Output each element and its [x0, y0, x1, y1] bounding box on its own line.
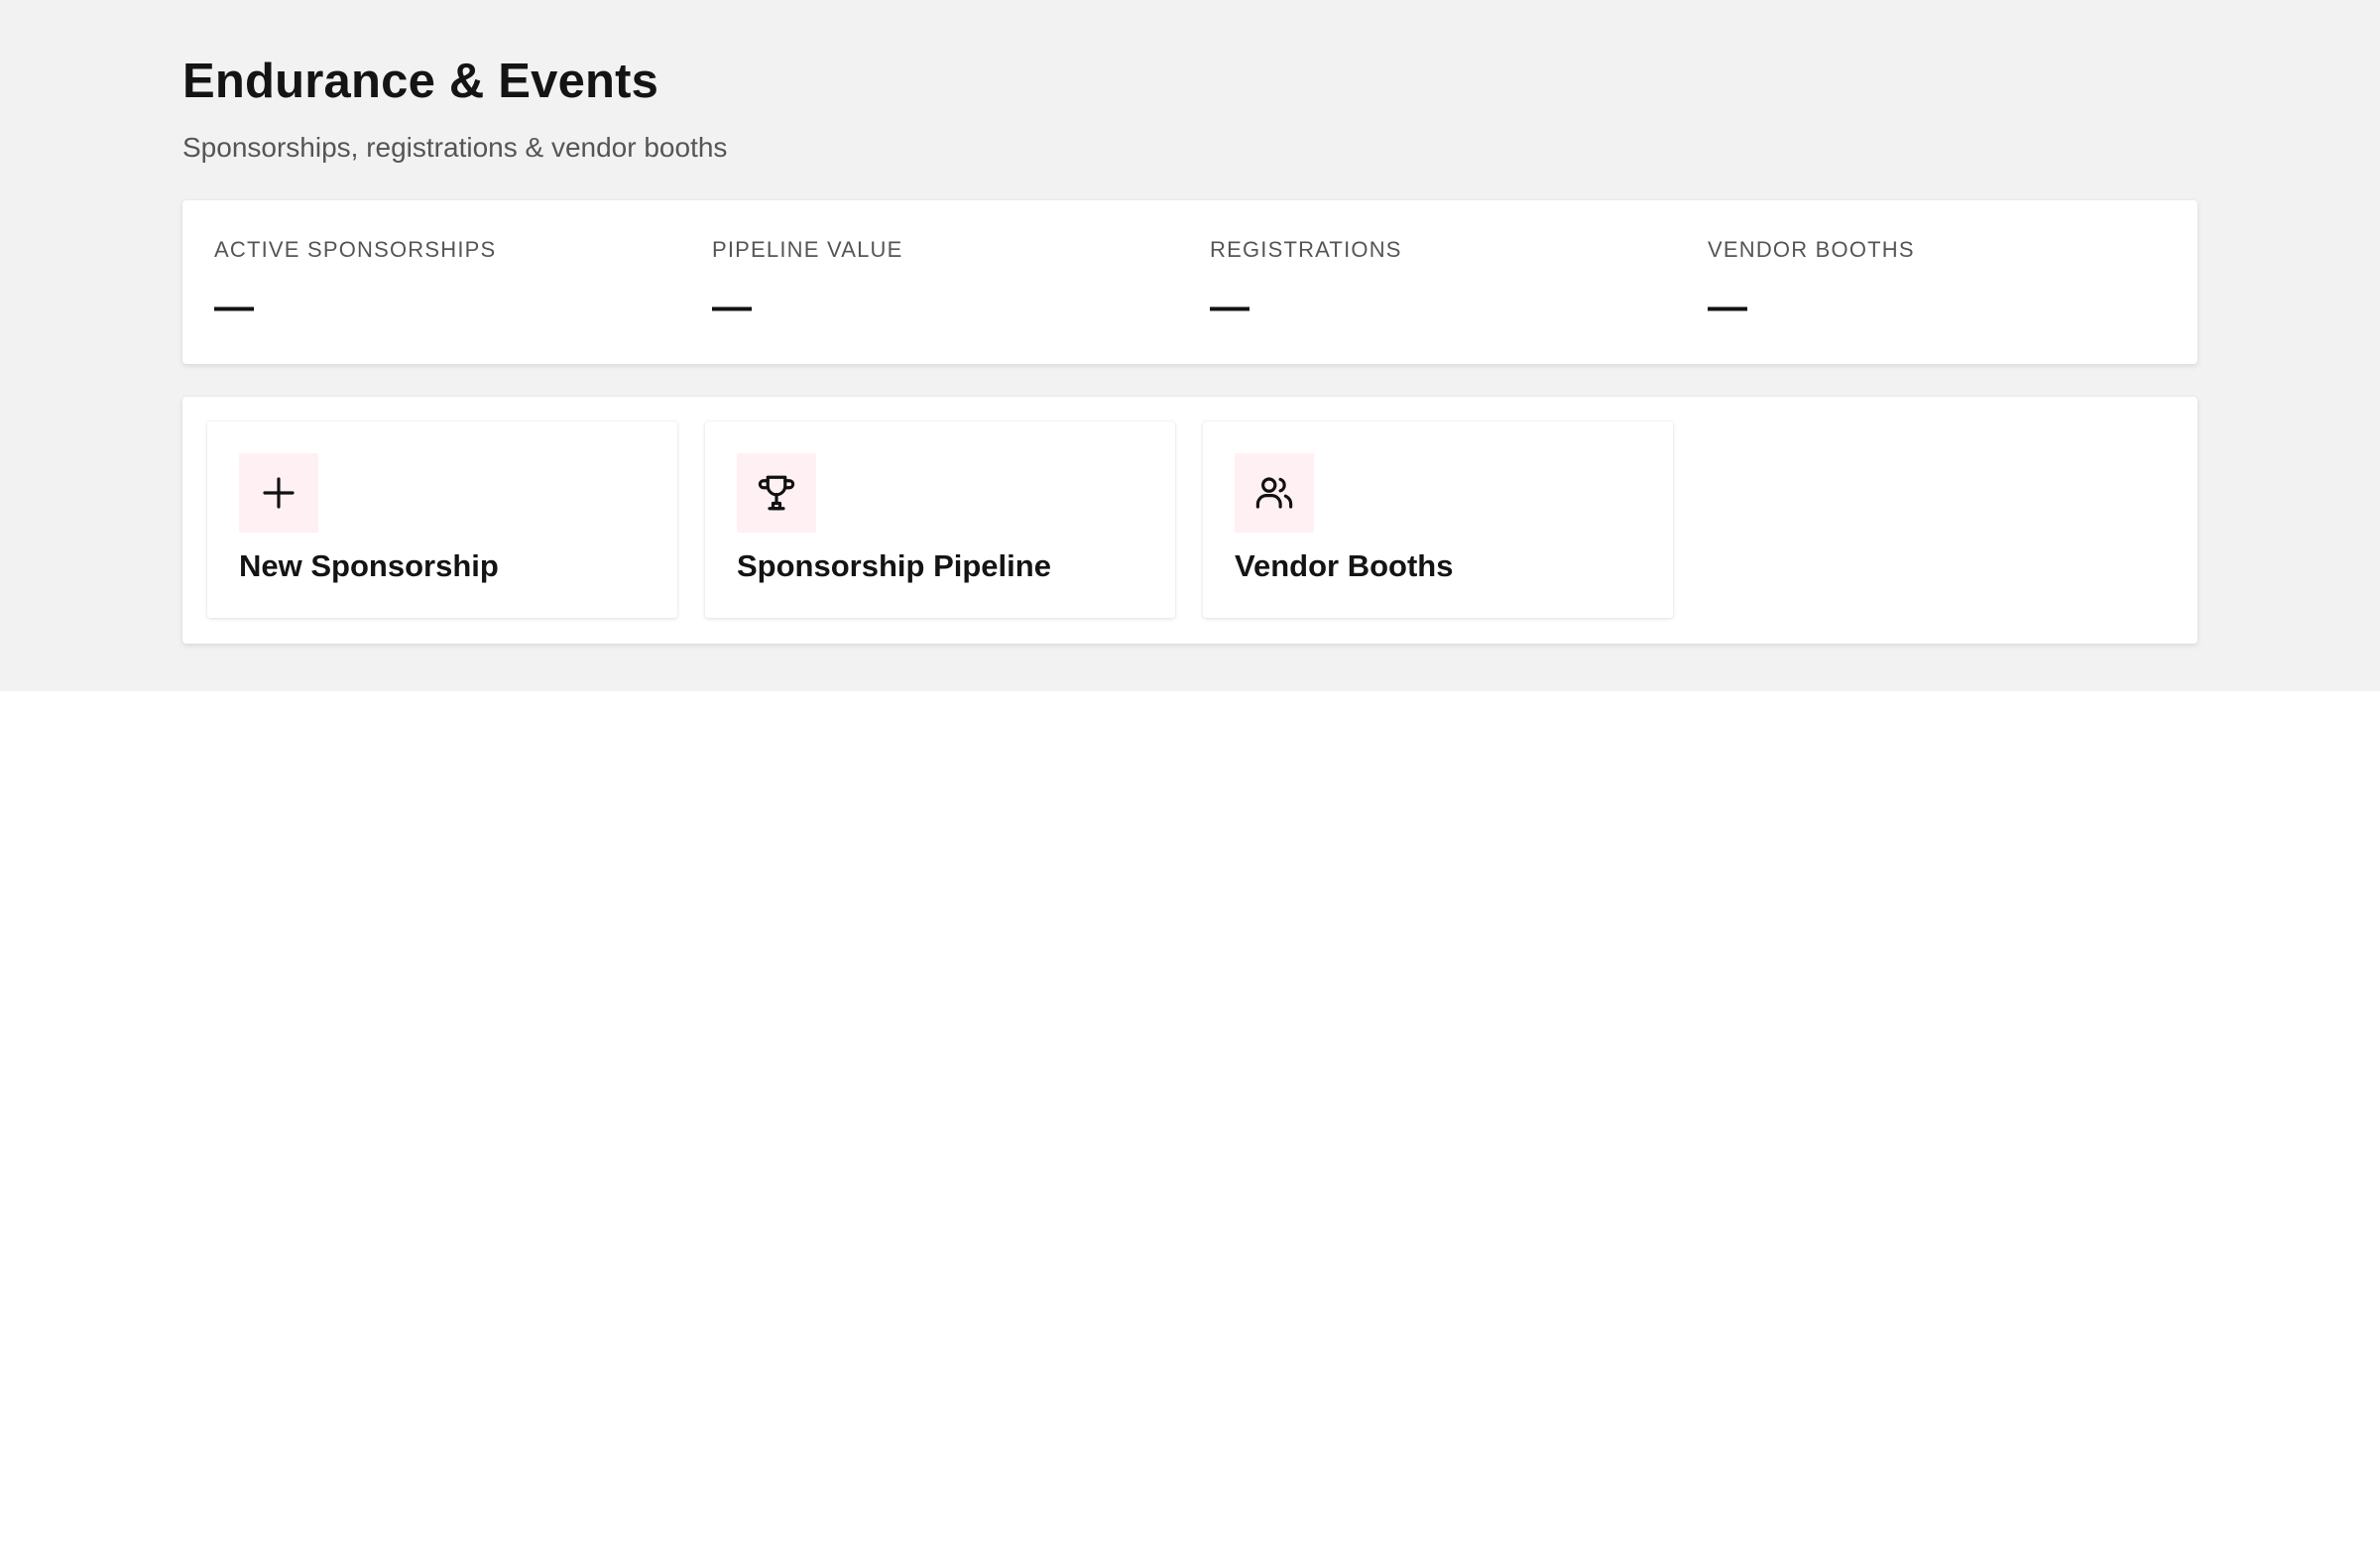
stat-registrations: REGISTRATIONS —: [1210, 200, 1686, 364]
stat-label: VENDOR BOOTHS: [1708, 237, 1915, 262]
stat-active-sponsorships: ACTIVE SPONSORSHIPS —: [214, 200, 690, 364]
action-label: New Sponsorship: [239, 548, 499, 583]
plus-icon: [263, 477, 295, 509]
stat-value: —: [214, 285, 254, 328]
users-icon: [1255, 477, 1293, 509]
action-icon-tile: [239, 453, 318, 533]
action-label: Vendor Booths: [1235, 548, 1454, 583]
stat-value: —: [712, 285, 752, 328]
trophy-icon: [758, 475, 795, 511]
action-icon-tile: [737, 453, 816, 533]
stat-label: REGISTRATIONS: [1210, 237, 1402, 262]
action-label: Sponsorship Pipeline: [737, 548, 1051, 583]
vendor-booths-button[interactable]: Vendor Booths: [1203, 421, 1673, 618]
new-sponsorship-button[interactable]: New Sponsorship: [207, 421, 677, 618]
stat-pipeline-value: PIPELINE VALUE —: [712, 200, 1188, 364]
page-subtitle: Sponsorships, registrations & vendor boo…: [182, 132, 728, 163]
stat-vendor-booths: VENDOR BOOTHS —: [1708, 200, 2184, 364]
stat-label: PIPELINE VALUE: [712, 237, 903, 262]
stat-value: —: [1708, 285, 1747, 328]
action-icon-tile: [1235, 453, 1314, 533]
sponsorship-pipeline-button[interactable]: Sponsorship Pipeline: [705, 421, 1175, 618]
stat-value: —: [1210, 285, 1250, 328]
stats-card: ACTIVE SPONSORSHIPS — PIPELINE VALUE — R…: [182, 200, 2198, 364]
page-title: Endurance & Events: [182, 55, 659, 108]
stat-label: ACTIVE SPONSORSHIPS: [214, 237, 497, 262]
quick-actions-card: New Sponsorship Sponsorship Pipeline Ven: [182, 397, 2198, 644]
